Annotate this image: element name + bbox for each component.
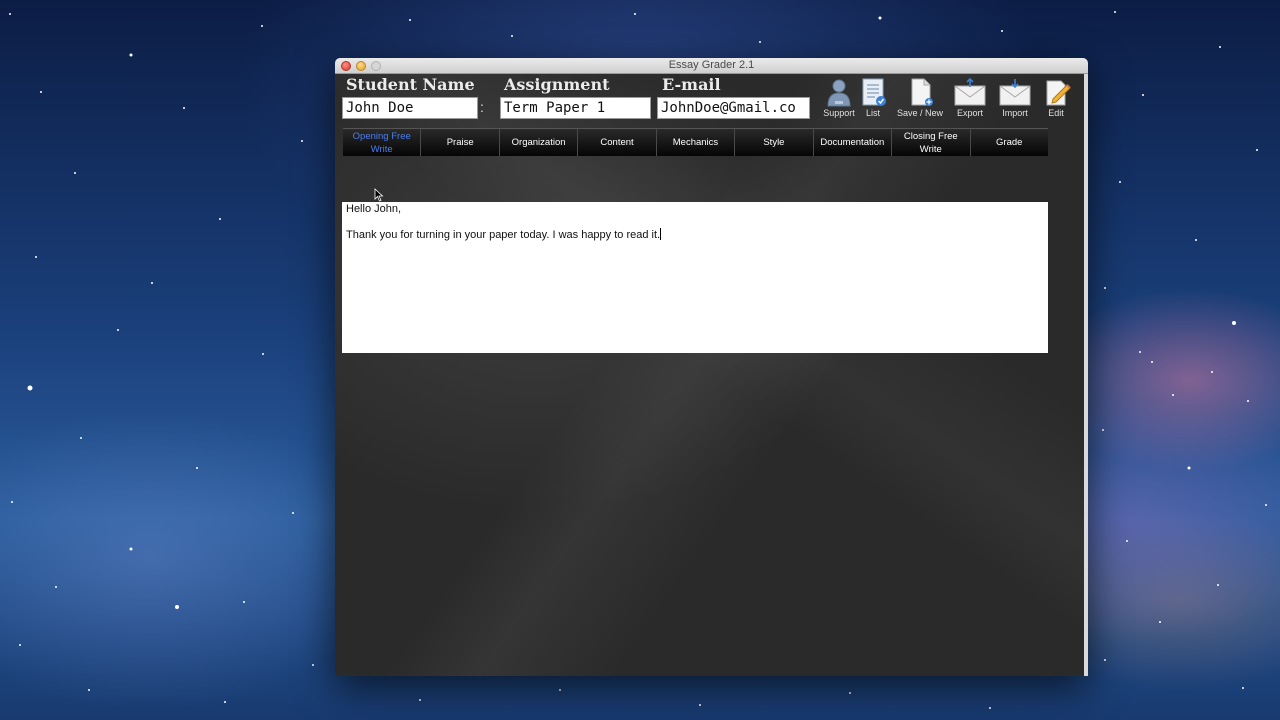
save-new-label: Save / New (897, 108, 944, 118)
import-label: Import (1002, 108, 1028, 118)
email-label: E-mail (662, 75, 721, 94)
title-bar[interactable]: Essay Grader 2.1 (335, 58, 1088, 74)
section-tab-bar: Opening Free Write Praise Organization C… (343, 128, 1048, 156)
assignment-label: Assignment (504, 75, 610, 94)
email-field[interactable]: JohnDoe@Gmail.co (657, 97, 810, 119)
edit-pencil-icon (1046, 80, 1071, 106)
edit-button[interactable]: Edit (1033, 77, 1079, 118)
comment-text-editor[interactable]: Hello John, Thank you for turning in you… (342, 202, 1048, 353)
edit-label: Edit (1048, 108, 1064, 118)
assignment-field[interactable]: Term Paper 1 (500, 97, 651, 119)
window-title: Essay Grader 2.1 (668, 59, 755, 71)
new-document-icon (911, 78, 933, 106)
tab-closing-free-write[interactable]: Closing Free Write (892, 129, 971, 156)
list-icon (862, 78, 886, 106)
app-window: Essay Grader 2.1 Student Name Assignment… (335, 58, 1088, 676)
tab-organization[interactable]: Organization (499, 129, 579, 156)
tab-grade[interactable]: Grade (970, 129, 1048, 156)
list-button[interactable]: List (850, 77, 896, 118)
editor-line-body: Thank you for turning in your paper toda… (346, 229, 661, 241)
text-caret (660, 228, 662, 240)
save-new-button[interactable]: Save / New (897, 77, 943, 118)
student-name-label: Student Name (346, 75, 475, 94)
import-envelope-icon (999, 79, 1031, 106)
field-separator: : (480, 99, 484, 115)
tab-opening-free-write[interactable]: Opening Free Write (343, 129, 422, 156)
export-label: Export (956, 108, 983, 118)
tab-mechanics[interactable]: Mechanics (656, 129, 736, 156)
student-name-field[interactable]: John Doe (342, 97, 478, 119)
tab-content[interactable]: Content (578, 129, 657, 156)
window-scroll-edge (1084, 74, 1088, 676)
list-label: List (865, 108, 880, 118)
window-content (335, 74, 1088, 676)
import-button[interactable]: Import (992, 77, 1038, 118)
mouse-pointer-icon (374, 188, 384, 202)
export-button[interactable]: Export (947, 77, 993, 118)
tab-praise[interactable]: Praise (421, 129, 500, 156)
export-envelope-icon (954, 77, 986, 106)
editor-line-greeting: Hello John, (346, 203, 402, 215)
tab-documentation[interactable]: Documentation (813, 129, 893, 156)
tab-style[interactable]: Style (735, 129, 814, 156)
